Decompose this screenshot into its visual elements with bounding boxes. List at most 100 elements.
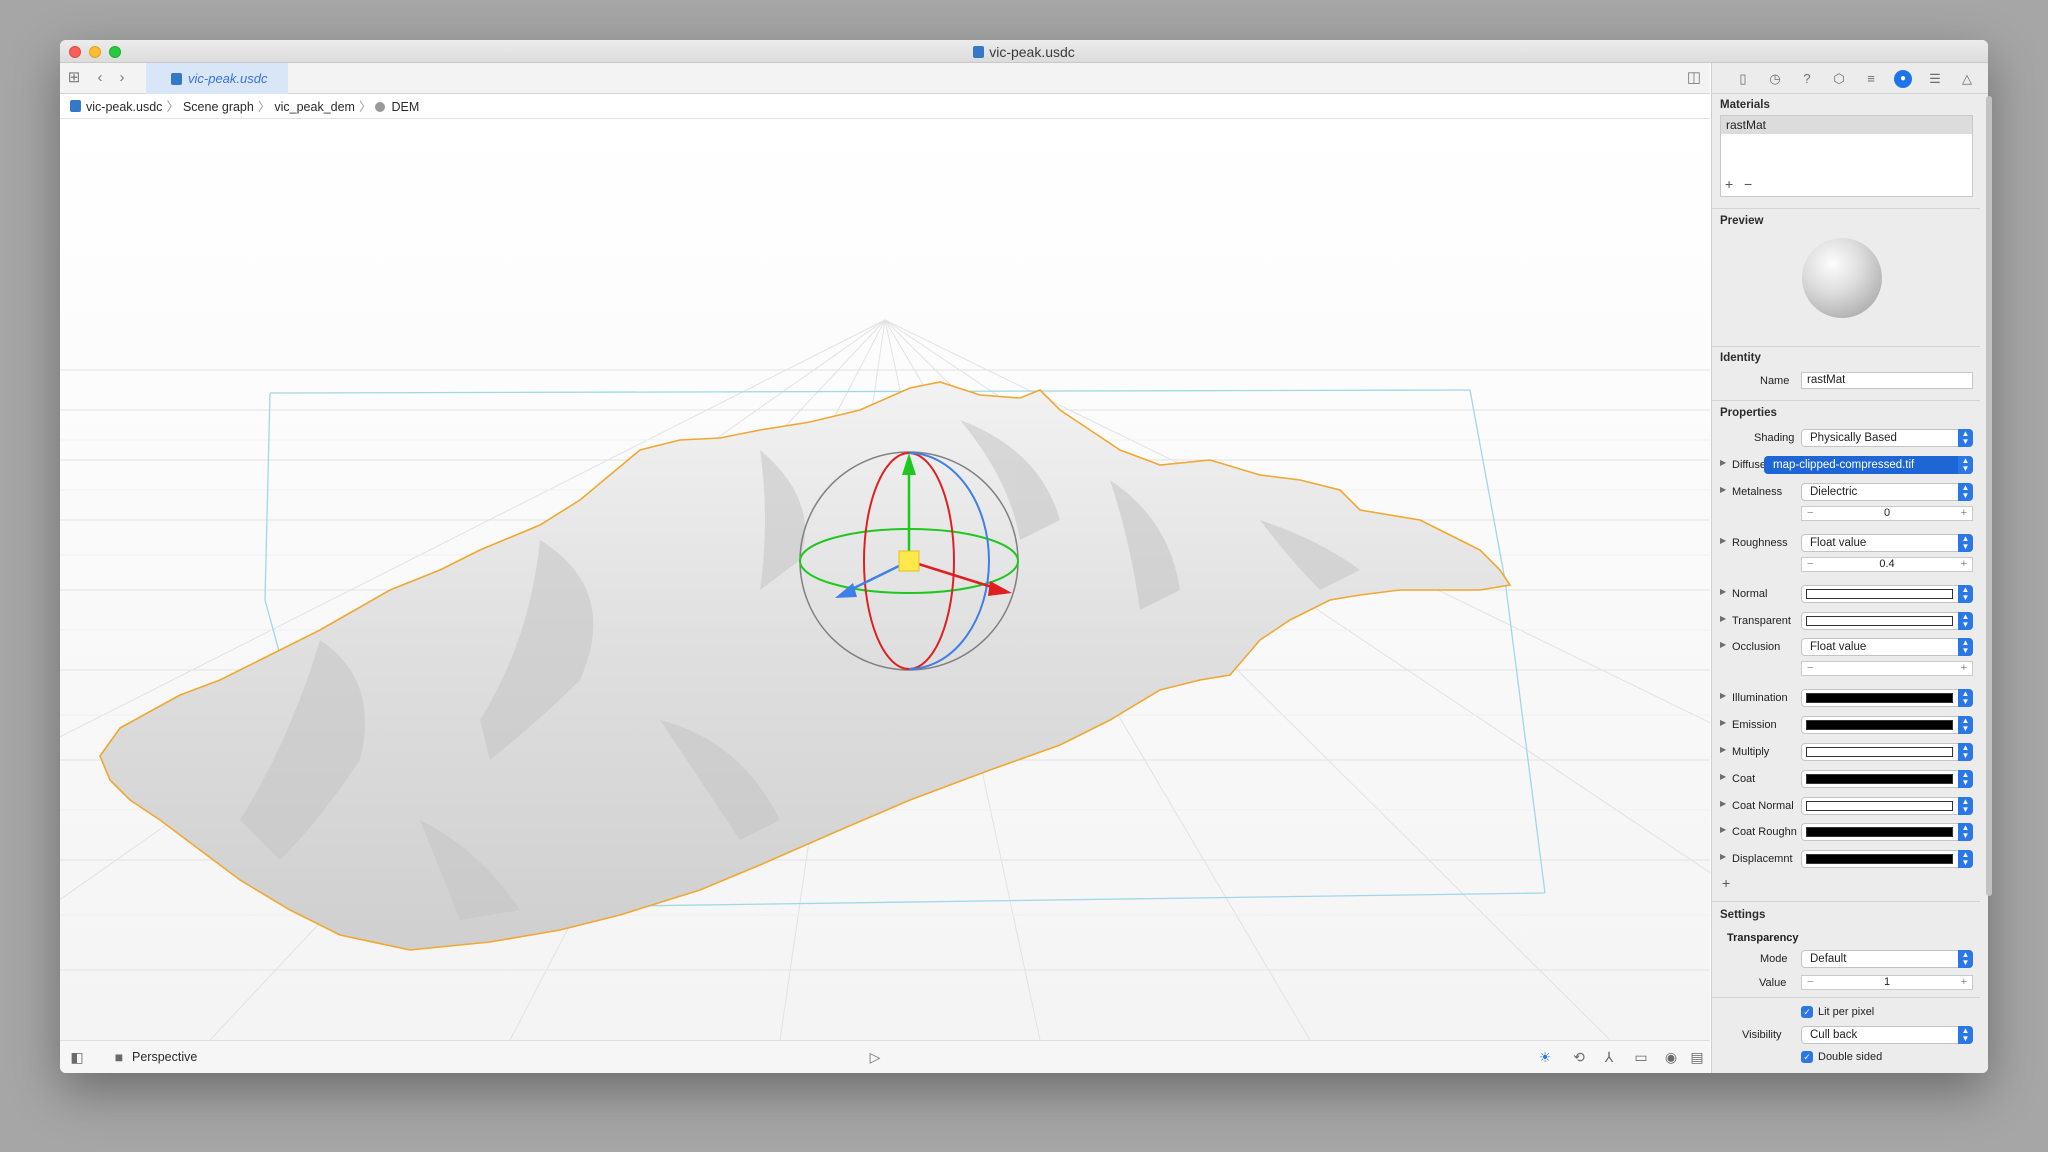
color-swatch — [1806, 801, 1953, 811]
disclosure-triangle-icon[interactable]: ▶ — [1720, 852, 1726, 861]
shading-popup[interactable]: Physically Based ▲ ▼ — [1801, 429, 1973, 447]
identity-title: Identity — [1720, 352, 1761, 364]
occlusion-stepper[interactable]: − + — [1801, 661, 1973, 676]
chevron-updown-icon: ▲ ▼ — [1958, 429, 1973, 447]
decrement-icon[interactable]: − — [1807, 662, 1813, 675]
inspector-scrollbar[interactable] — [1986, 96, 1992, 896]
coat-normal-color-well[interactable]: ▲ ▼ — [1801, 797, 1973, 815]
scene-viewport[interactable] — [60, 120, 1710, 1040]
increment-icon[interactable]: + — [1961, 976, 1967, 989]
add-material-button[interactable]: + — [1725, 176, 1733, 192]
divider — [1712, 997, 1980, 998]
lit-per-pixel-checkbox[interactable]: ✓ — [1801, 1006, 1813, 1018]
usdc-file-icon — [70, 100, 81, 112]
metalness-stepper[interactable]: − 0 + — [1801, 506, 1973, 521]
disclosure-triangle-icon[interactable]: ▶ — [1720, 640, 1726, 649]
shading-value: Physically Based — [1810, 432, 1897, 444]
chevron-updown-icon: ▲ ▼ — [1958, 797, 1973, 815]
decrement-icon[interactable]: − — [1807, 558, 1813, 571]
emission-color-well[interactable]: ▲ ▼ — [1801, 716, 1973, 734]
forward-icon[interactable]: › — [112, 68, 132, 88]
color-swatch — [1806, 774, 1953, 784]
double-sided-checkbox[interactable]: ✓ — [1801, 1051, 1813, 1063]
lighting-icon[interactable]: ☀ — [1536, 1048, 1554, 1066]
material-item[interactable]: rastMat — [1721, 116, 1972, 134]
metalness-popup[interactable]: Dielectric ▲ ▼ — [1801, 483, 1973, 501]
occlusion-popup[interactable]: Float value ▲ ▼ — [1801, 638, 1973, 656]
history-icon[interactable]: ◷ — [1766, 70, 1784, 88]
materials-list[interactable]: rastMat — [1720, 115, 1973, 197]
material-inspector-icon[interactable]: ● — [1894, 70, 1912, 88]
help-icon[interactable]: ? — [1798, 70, 1816, 88]
usdc-file-icon — [973, 46, 985, 58]
decrement-icon[interactable]: − — [1807, 976, 1813, 989]
disclosure-triangle-icon[interactable]: ▶ — [1720, 772, 1726, 781]
tab-vic-peak[interactable]: vic-peak.usdc — [146, 63, 288, 94]
disclosure-triangle-icon[interactable]: ▶ — [1720, 614, 1726, 623]
back-icon[interactable]: ‹ — [90, 68, 110, 88]
orbit-icon[interactable]: ⟲ — [1570, 1048, 1588, 1066]
grid-icon[interactable]: ⊞ — [64, 68, 84, 88]
sidebar-toggle-icon[interactable]: ◧ — [68, 1048, 86, 1066]
coat-color-well[interactable]: ▲ ▼ — [1801, 770, 1973, 788]
roughness-stepper[interactable]: − 0.4 + — [1801, 557, 1973, 572]
physics-icon[interactable]: △ — [1958, 70, 1976, 88]
disclosure-triangle-icon[interactable]: ▶ — [1720, 691, 1726, 700]
breadcrumb-item-file[interactable]: vic-peak.usdc — [86, 100, 162, 114]
displacement-color-well[interactable]: ▲ ▼ — [1801, 850, 1973, 868]
breadcrumb-item-dem[interactable]: DEM — [391, 100, 419, 114]
multiply-color-well[interactable]: ▲ ▼ — [1801, 743, 1973, 761]
disclosure-triangle-icon[interactable]: ▶ — [1720, 536, 1726, 545]
diffuse-texture-popup[interactable]: map-clipped-compressed.tif ▲ ▼ — [1764, 456, 1973, 474]
decrement-icon[interactable]: − — [1807, 507, 1813, 520]
roughness-popup[interactable]: Float value ▲ ▼ — [1801, 534, 1973, 552]
transparency-mode-popup[interactable]: Default ▲ ▼ — [1801, 950, 1973, 968]
chevron-updown-icon: ▲ ▼ — [1958, 534, 1973, 552]
disclosure-triangle-icon[interactable]: ▶ — [1720, 825, 1726, 834]
increment-icon[interactable]: + — [1961, 662, 1967, 675]
attributes-icon[interactable]: ≡ — [1862, 70, 1880, 88]
disclosure-triangle-icon[interactable]: ▶ — [1720, 587, 1726, 596]
chevron-updown-icon: ▲ ▼ — [1958, 689, 1973, 707]
normal-label: Normal — [1732, 588, 1768, 600]
play-icon[interactable]: ▷ — [866, 1048, 884, 1066]
disclosure-triangle-icon[interactable]: ▶ — [1720, 718, 1726, 727]
chevron-updown-icon: ▲ ▼ — [1958, 638, 1973, 656]
node-icon[interactable]: ⬡ — [1830, 70, 1848, 88]
increment-icon[interactable]: + — [1961, 558, 1967, 571]
disclosure-triangle-icon[interactable]: ▶ — [1720, 458, 1726, 467]
camera-icon: ■ — [114, 1049, 124, 1065]
roughness-value: Float value — [1810, 537, 1867, 549]
transparent-color-well[interactable]: ▲ ▼ — [1801, 612, 1973, 630]
add-property-button[interactable]: + — [1722, 875, 1730, 891]
coat-roughness-color-well[interactable]: ▲ ▼ — [1801, 823, 1973, 841]
file-inspector-icon[interactable]: ▯ — [1734, 70, 1752, 88]
diffuse-texture-value: map-clipped-compressed.tif — [1773, 459, 1915, 471]
breadcrumb-item-node[interactable]: vic_peak_dem — [274, 100, 355, 114]
axes-icon[interactable]: ⅄ — [1600, 1048, 1618, 1066]
transparency-value-stepper[interactable]: − 1 + — [1801, 975, 1973, 990]
frame-icon[interactable]: ▭ — [1632, 1048, 1650, 1066]
disclosure-triangle-icon[interactable]: ▶ — [1720, 799, 1726, 808]
scene-canvas[interactable] — [60, 120, 1710, 1040]
illumination-color-well[interactable]: ▲ ▼ — [1801, 689, 1973, 707]
scene-icon[interactable]: ☰ — [1926, 70, 1944, 88]
visibility-icon[interactable]: ◉ — [1662, 1048, 1680, 1066]
visibility-popup[interactable]: Cull back ▲ ▼ — [1801, 1026, 1973, 1044]
inspector-toggle-icon[interactable]: ◫ — [1684, 68, 1704, 88]
breadcrumb-item-scene-graph[interactable]: Scene graph — [183, 100, 254, 114]
remove-material-button[interactable]: − — [1744, 176, 1752, 192]
normal-color-well[interactable]: ▲ ▼ — [1801, 585, 1973, 603]
status-bar: ◧ ■ Perspective ▷ ☀ ⟲ ⅄ ▭ ◉ ▤ — [60, 1040, 1710, 1073]
camera-mode-label[interactable]: Perspective — [132, 1050, 197, 1064]
layout-icon[interactable]: ▤ — [1688, 1048, 1706, 1066]
emission-label: Emission — [1732, 719, 1777, 731]
color-swatch — [1806, 693, 1953, 703]
mode-label: Mode — [1760, 953, 1788, 965]
material-name-field[interactable]: rastMat — [1801, 372, 1973, 389]
divider — [1712, 400, 1980, 401]
disclosure-triangle-icon[interactable]: ▶ — [1720, 485, 1726, 494]
occlusion-label: Occlusion — [1732, 641, 1781, 653]
disclosure-triangle-icon[interactable]: ▶ — [1720, 745, 1726, 754]
increment-icon[interactable]: + — [1961, 507, 1967, 520]
